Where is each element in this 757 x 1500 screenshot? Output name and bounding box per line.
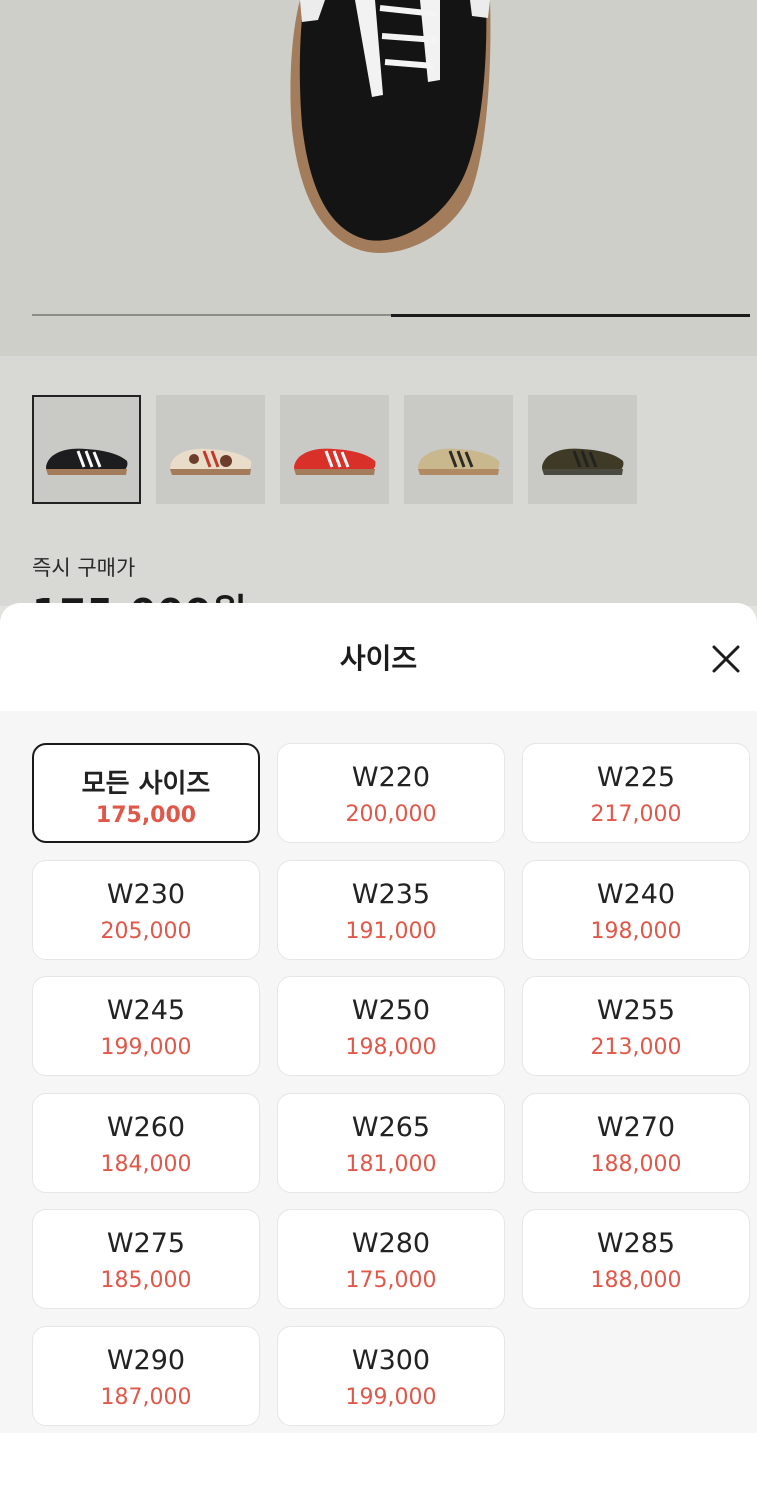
product-image-carousel[interactable] <box>0 0 757 356</box>
size-label: W270 <box>596 1111 676 1143</box>
thumbnail-4[interactable] <box>404 395 513 504</box>
size-option-w265[interactable]: W265 181,000 <box>277 1092 505 1193</box>
size-label: W275 <box>106 1228 186 1259</box>
size-label: W290 <box>106 1344 186 1376</box>
size-price: 188,000 <box>590 1151 682 1177</box>
sheet-title: 사이즈 <box>339 642 418 675</box>
image-progress-indicator <box>391 313 750 317</box>
size-option-w245[interactable]: W245 199,000 <box>32 976 260 1076</box>
size-label: W280 <box>351 1228 431 1259</box>
sneaker-thumbnail-icon <box>418 448 500 475</box>
size-price: 187,000 <box>100 1384 192 1410</box>
thumbnail-strip: 즉시 구매가 175,000원 <box>0 356 757 635</box>
size-price: 199,000 <box>100 1035 192 1060</box>
size-bottom-sheet: 사이즈 모든 사이즈 175,000 W220 200,000 W225 217,000 W… <box>0 603 757 1500</box>
sneaker-image <box>290 0 491 253</box>
size-option-w240[interactable]: W240 198,000 <box>522 859 750 960</box>
size-price: 181,000 <box>345 1151 437 1177</box>
size-option-w280[interactable]: W280 175,000 <box>277 1209 505 1309</box>
size-option-w260[interactable]: W260 184,000 <box>32 1092 260 1193</box>
close-button[interactable] <box>706 639 746 679</box>
size-label: W300 <box>351 1344 431 1376</box>
size-label: W260 <box>106 1111 186 1143</box>
thumbnail-3[interactable] <box>280 395 389 504</box>
thumbnail-5[interactable] <box>528 395 637 504</box>
size-label: W255 <box>596 995 676 1026</box>
size-label: W285 <box>596 1228 676 1259</box>
size-label: W265 <box>351 1111 431 1143</box>
image-progress-track <box>32 313 750 317</box>
size-label: W250 <box>351 995 431 1026</box>
size-price: 185,000 <box>100 1268 192 1293</box>
instant-buy-label: 즉시 구매가 <box>32 556 136 580</box>
size-label: 모든 사이즈 <box>81 769 211 799</box>
thumbnail-2[interactable] <box>156 395 265 504</box>
sneaker-thumbnail-icon <box>46 448 128 475</box>
size-price: 205,000 <box>100 918 192 944</box>
size-option-w220[interactable]: W220 200,000 <box>277 743 505 843</box>
thumbnail-1[interactable] <box>32 395 141 504</box>
sneaker-thumbnail-icon <box>294 448 376 475</box>
size-price: 188,000 <box>590 1268 682 1293</box>
size-price: 198,000 <box>590 918 682 944</box>
size-option-w300[interactable]: W300 199,000 <box>277 1325 505 1426</box>
close-icon <box>712 645 740 673</box>
size-price: 199,000 <box>345 1384 437 1410</box>
size-label: W235 <box>351 878 431 910</box>
size-option-all[interactable]: 모든 사이즈 175,000 <box>32 743 260 843</box>
size-price: 175,000 <box>345 1268 437 1293</box>
size-label: W220 <box>351 762 431 793</box>
size-option-w285[interactable]: W285 188,000 <box>522 1209 750 1309</box>
size-option-w230[interactable]: W230 205,000 <box>32 859 260 960</box>
size-price: 184,000 <box>100 1151 192 1177</box>
size-option-w225[interactable]: W225 217,000 <box>522 743 750 843</box>
size-label: W245 <box>106 995 186 1026</box>
size-label: W240 <box>596 878 676 910</box>
size-price: 200,000 <box>345 802 437 827</box>
size-option-w270[interactable]: W270 188,000 <box>522 1092 750 1193</box>
sheet-header: 사이즈 <box>0 603 757 711</box>
sneaker-thumbnail-icon <box>170 448 252 475</box>
size-option-w255[interactable]: W255 213,000 <box>522 976 750 1076</box>
size-price: 175,000 <box>95 803 197 828</box>
size-option-w235[interactable]: W235 191,000 <box>277 859 505 960</box>
size-price: 213,000 <box>590 1035 682 1060</box>
size-label: W230 <box>106 878 186 910</box>
size-price: 198,000 <box>345 1035 437 1060</box>
size-option-w275[interactable]: W275 185,000 <box>32 1209 260 1309</box>
size-option-w290[interactable]: W290 187,000 <box>32 1325 260 1426</box>
size-price: 217,000 <box>590 802 682 827</box>
size-label: W225 <box>596 762 676 793</box>
size-grid: 모든 사이즈 175,000 W220 200,000 W225 217,000 W230 2… <box>0 711 757 1433</box>
size-option-w250[interactable]: W250 198,000 <box>277 976 505 1076</box>
sneaker-thumbnail-icon <box>542 448 624 475</box>
size-price: 191,000 <box>345 918 437 944</box>
